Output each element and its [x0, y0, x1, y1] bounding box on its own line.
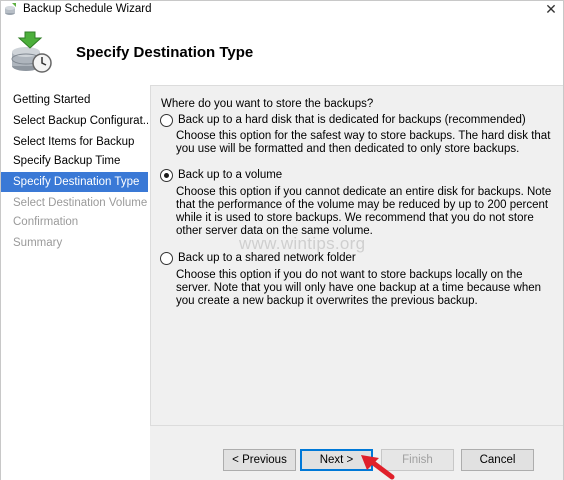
destination-question: Where do you want to store the backups?: [161, 98, 374, 110]
window-title: Backup Schedule Wizard: [23, 3, 152, 15]
wizard-steps-sidebar: Getting Started Select Backup Configurat…: [1, 85, 150, 480]
sidebar-item-getting-started[interactable]: Getting Started: [1, 90, 148, 110]
radio-volume[interactable]: [160, 169, 173, 182]
backup-clock-icon: [11, 31, 52, 73]
option-label: Back up to a hard disk that is dedicated…: [178, 114, 526, 126]
option-label: Back up to a shared network folder: [178, 252, 356, 264]
close-button[interactable]: ✕: [543, 1, 559, 17]
sidebar-item-select-destination-volume: Select Destination Volume: [13, 197, 148, 209]
previous-button[interactable]: < Previous: [223, 449, 296, 471]
sidebar-item-select-items[interactable]: Select Items for Backup: [1, 132, 148, 152]
option-description: Choose this option if you do not want to…: [176, 269, 542, 307]
sidebar-item-specify-destination-type[interactable]: Specify Destination Type: [1, 172, 148, 192]
backup-wizard-icon: [5, 3, 16, 15]
title-bar: Backup Schedule Wizard ✕: [1, 1, 563, 18]
sidebar-item-confirmation: Confirmation: [13, 216, 79, 228]
sidebar-item-select-backup-configuration[interactable]: Select Backup Configurat...: [1, 111, 148, 131]
sidebar-item-summary: Summary: [13, 237, 63, 249]
wizard-window: Backup Schedule Wizard ✕ Specify Destina…: [0, 0, 564, 480]
wizard-header: Specify Destination Type: [1, 18, 563, 85]
option-network-folder[interactable]: Back up to a shared network folder: [160, 251, 555, 267]
option-description: Choose this option for the safest way to…: [176, 130, 551, 155]
cancel-button[interactable]: Cancel: [461, 449, 534, 471]
radio-network-folder[interactable]: [160, 252, 173, 265]
radio-dedicated-disk[interactable]: [160, 114, 173, 127]
red-arrow-icon: [361, 455, 395, 480]
option-description: Choose this option if you cannot dedicat…: [176, 186, 552, 237]
radio-selected-dot: [164, 173, 169, 178]
sidebar-item-specify-backup-time[interactable]: Specify Backup Time: [1, 151, 148, 171]
option-dedicated-disk[interactable]: Back up to a hard disk that is dedicated…: [160, 113, 555, 129]
option-volume[interactable]: Back up to a volume: [160, 168, 555, 184]
page-title: Specify Destination Type: [76, 44, 254, 61]
content-pane: Where do you want to store the backups? …: [150, 85, 563, 480]
option-label: Back up to a volume: [178, 169, 283, 181]
